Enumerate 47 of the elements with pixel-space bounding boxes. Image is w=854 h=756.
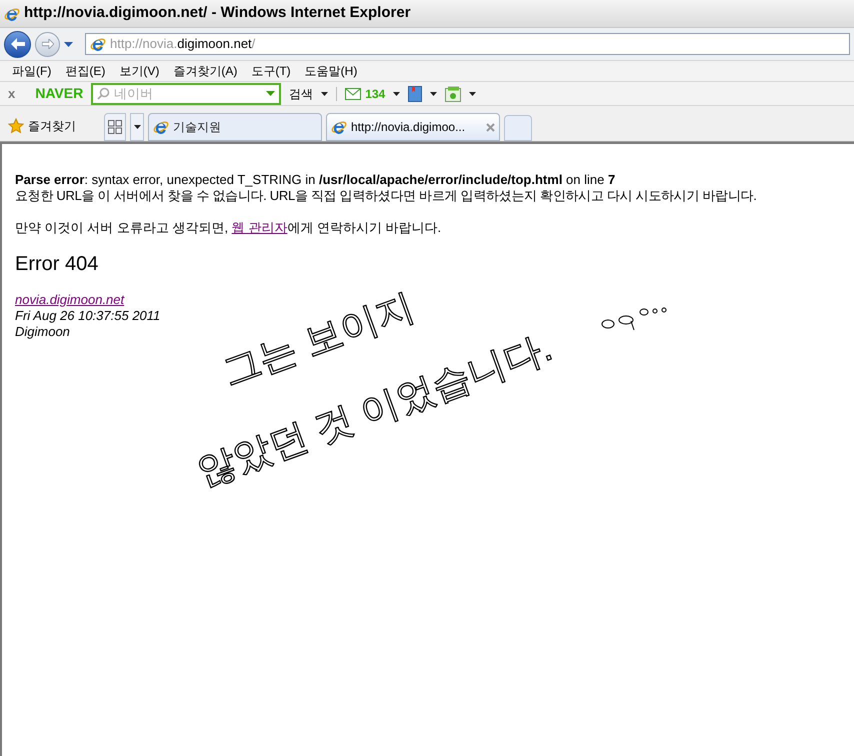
search-input[interactable]: 네이버 <box>114 84 262 104</box>
search-button[interactable]: 검색 <box>289 84 314 102</box>
back-button[interactable] <box>4 30 31 58</box>
grid-icon <box>108 120 122 134</box>
caret-icon[interactable] <box>469 92 476 96</box>
error-heading: Error 404 <box>15 252 100 276</box>
menu-item[interactable]: 도움말(H) <box>304 62 358 80</box>
quick-tabs-button[interactable] <box>104 113 126 141</box>
parse-error-message: Parse error: syntax error, unexpected T_STRING in /usr/local/apache/error/include/top.html on line 7 <box>15 172 616 188</box>
browser-tab[interactable]: http://novia.digimoo... <box>326 113 500 141</box>
timestamp: Fri Aug 26 10:37:55 2011 <box>15 308 160 324</box>
url-text: http://novia.digimoon.net/ <box>110 35 256 54</box>
close-toolbar-button[interactable]: x <box>8 84 16 104</box>
history-caret-icon[interactable] <box>64 42 73 46</box>
caret-icon[interactable] <box>134 125 140 129</box>
server-link[interactable]: novia.digimoon.net <box>15 292 124 308</box>
browser-logo-icon <box>4 6 20 22</box>
favorites-button[interactable]: 즐겨찾기 <box>4 114 80 138</box>
left-arrow-icon <box>10 38 24 50</box>
star-icon <box>8 118 24 134</box>
caret-icon[interactable] <box>393 92 400 96</box>
dropdown-caret-icon[interactable] <box>266 91 276 96</box>
naver-search-field[interactable]: 네이버 <box>91 82 282 104</box>
server-name: Digimoon <box>15 324 70 340</box>
bookmark-book-icon[interactable] <box>408 86 422 102</box>
page-icon <box>90 36 106 52</box>
menu-item[interactable]: 편집(E) <box>65 62 106 80</box>
caret-icon[interactable] <box>430 92 438 96</box>
search-icon <box>97 87 110 100</box>
menu-item[interactable]: 도구(T) <box>251 62 291 80</box>
contact-message: 만약 이것이 서버 오류라고 생각되면, 웹 관리자에게 연락하시기 바랍니다. <box>15 220 442 236</box>
browser-tab[interactable]: 기술지원 <box>148 113 322 141</box>
menu-item[interactable]: 파일(F) <box>12 62 52 80</box>
not-found-message: 요청한 URL을 이 서버에서 찾을 수 없습니다. URL을 직접 입력하셨다면 바르게 입력하셨는지 확인하시고 다시 시도하시기 바랍니다. <box>15 188 758 204</box>
webmaster-link[interactable]: 웹 관리자 <box>232 220 288 235</box>
page-add-icon[interactable] <box>445 86 462 102</box>
tab-page-icon <box>331 119 347 135</box>
menu-item[interactable]: 즐겨찾기(A) <box>173 62 238 80</box>
window-title: http://novia.digimoon.net/ - Windows Internet Explorer <box>24 3 411 24</box>
mail-icon[interactable] <box>345 88 362 100</box>
tab-page-icon <box>153 119 169 135</box>
menu-item[interactable]: 보기(V) <box>119 62 160 80</box>
address-field[interactable]: http://novia.digimoon.net/ <box>85 33 850 55</box>
tab-list-button[interactable] <box>130 113 144 141</box>
caret-icon[interactable] <box>321 92 328 96</box>
right-arrow-icon <box>42 39 54 49</box>
close-tab-icon[interactable] <box>486 122 495 132</box>
